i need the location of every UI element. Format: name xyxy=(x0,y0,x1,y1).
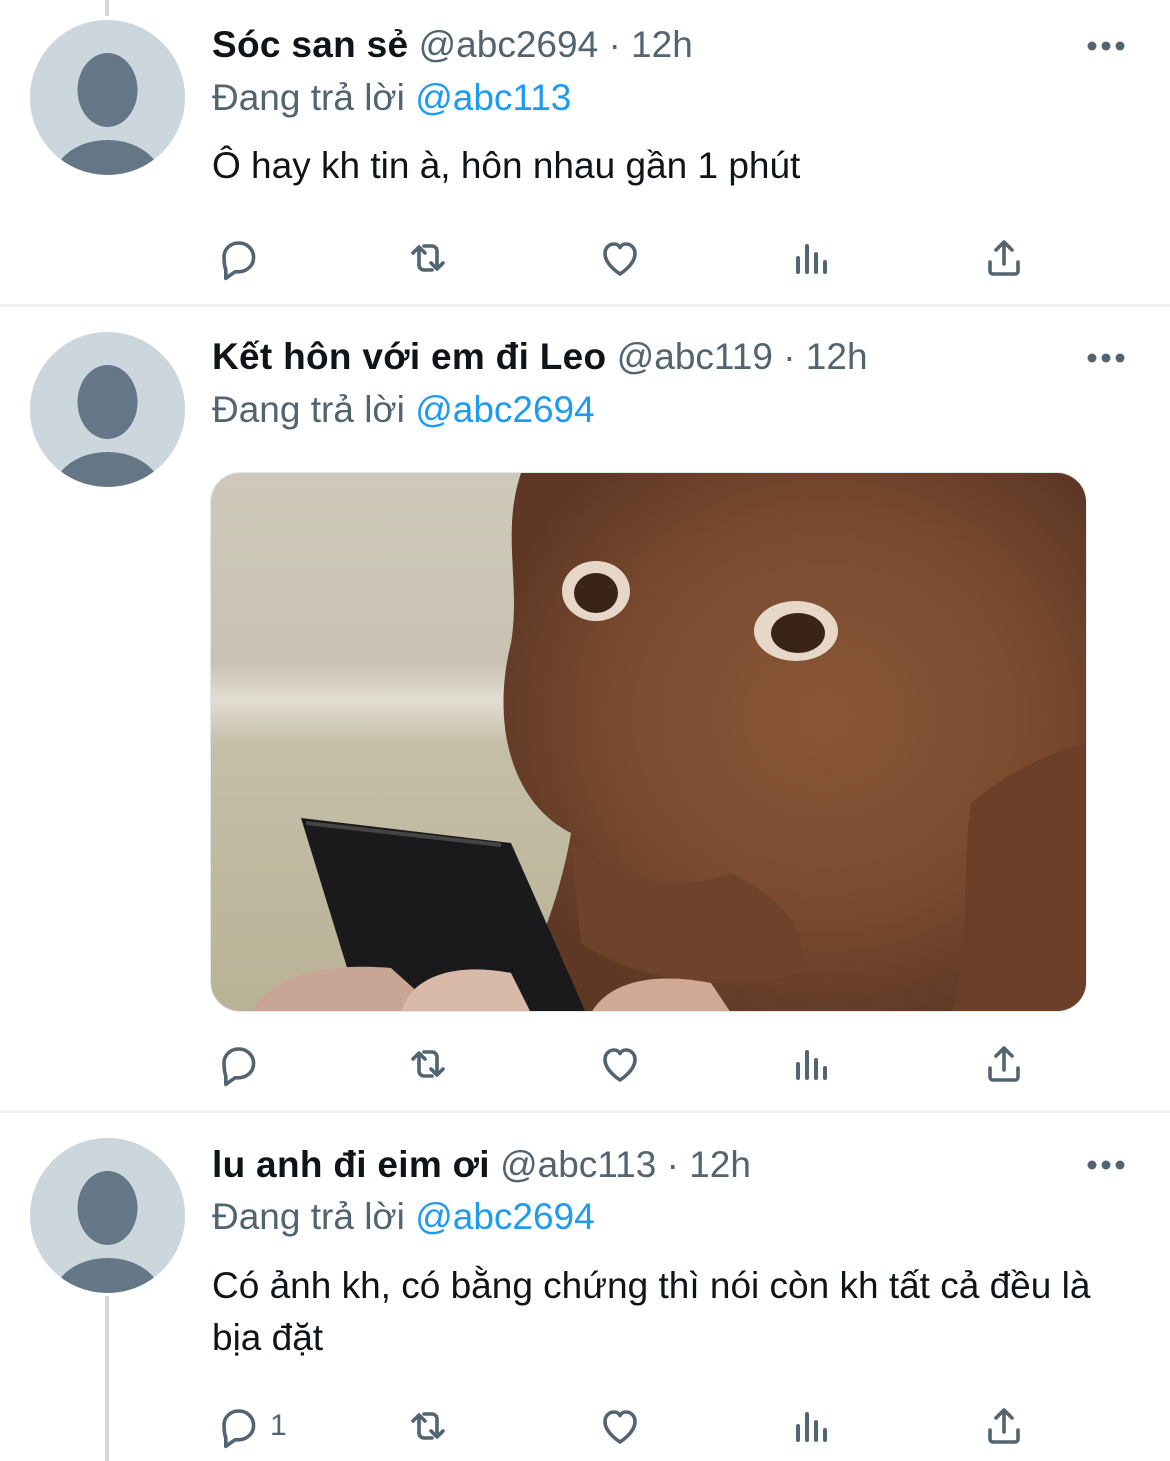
retweet-button[interactable] xyxy=(404,228,452,288)
more-icon[interactable] xyxy=(1085,36,1127,56)
tweet-header: lu anh đi eim ơi @abc113 · 12h xyxy=(212,1140,751,1190)
reply-icon xyxy=(222,241,256,281)
reply-count: 1 xyxy=(270,1409,287,1442)
views-button[interactable] xyxy=(788,1396,836,1456)
mention-link[interactable]: @abc2694 xyxy=(415,1196,595,1237)
reply-button[interactable]: 1 xyxy=(214,1396,287,1456)
tweet-3[interactable]: lu anh đi eim ơi @abc113 · 12h Đang trả … xyxy=(0,1113,1170,1461)
timestamp[interactable]: 12h xyxy=(631,24,693,65)
separator-dot: · xyxy=(666,1144,679,1185)
tweet-text: Ô hay kh tin à, hôn nhau gần 1 phút xyxy=(212,145,801,186)
replying-to: Đang trả lời @abc2694 xyxy=(212,1192,595,1242)
replying-to: Đang trả lời @abc2694 xyxy=(212,385,595,435)
retweet-icon xyxy=(411,1050,445,1078)
avatar[interactable] xyxy=(30,1138,185,1293)
retweet-button[interactable] xyxy=(404,1034,452,1094)
reply-icon xyxy=(222,1409,256,1449)
replying-to: Đang trả lời @abc113 xyxy=(212,73,571,123)
avatar[interactable] xyxy=(30,332,185,487)
like-button[interactable] xyxy=(596,228,644,288)
share-icon xyxy=(988,1408,1020,1444)
username[interactable]: @abc119 xyxy=(617,336,773,377)
display-name[interactable]: lu anh đi eim ơi xyxy=(212,1144,490,1185)
reply-icon xyxy=(222,1047,256,1087)
heart-icon xyxy=(603,1410,637,1444)
share-icon xyxy=(988,240,1020,276)
replying-label: Đang trả lời xyxy=(212,77,405,118)
retweet-button[interactable] xyxy=(404,1396,452,1456)
share-button[interactable] xyxy=(980,1396,1028,1456)
views-icon xyxy=(796,244,827,274)
retweet-icon xyxy=(411,244,445,272)
username[interactable]: @abc113 xyxy=(500,1144,656,1185)
share-button[interactable] xyxy=(980,1034,1028,1094)
action-bar xyxy=(0,1034,1170,1094)
tweet-2[interactable]: Kết hôn với em đi Leo @abc119 · 12h Đang… xyxy=(0,307,1170,1110)
mention-link[interactable]: @abc113 xyxy=(415,77,571,118)
tweet-feed: Sóc san sẻ @abc2694 · 12h Đang trả lời @… xyxy=(0,0,1170,1461)
timestamp[interactable]: 12h xyxy=(806,336,868,377)
username[interactable]: @abc2694 xyxy=(419,24,599,65)
more-icon[interactable] xyxy=(1085,1155,1127,1175)
default-avatar-icon xyxy=(30,332,185,487)
action-bar: 1 xyxy=(0,1396,1170,1456)
views-button[interactable] xyxy=(788,228,836,288)
replying-label: Đang trả lời xyxy=(212,389,405,430)
default-avatar-icon xyxy=(30,1138,185,1293)
views-icon xyxy=(796,1050,827,1080)
like-button[interactable] xyxy=(596,1396,644,1456)
display-name[interactable]: Sóc san sẻ xyxy=(212,24,408,65)
display-name[interactable]: Kết hôn với em đi Leo xyxy=(212,336,606,377)
avatar[interactable] xyxy=(30,20,185,175)
tweet-header: Sóc san sẻ @abc2694 · 12h xyxy=(212,20,693,70)
retweet-icon xyxy=(411,1412,445,1440)
action-bar xyxy=(0,228,1170,288)
like-button[interactable] xyxy=(596,1034,644,1094)
share-button[interactable] xyxy=(980,228,1028,288)
reply-button[interactable] xyxy=(214,228,270,288)
replying-label: Đang trả lời xyxy=(212,1196,405,1237)
separator-dot: · xyxy=(608,24,621,65)
reply-button[interactable] xyxy=(214,1034,270,1094)
more-icon[interactable] xyxy=(1085,348,1127,368)
tweet-media[interactable] xyxy=(210,472,1087,1012)
mention-link[interactable]: @abc2694 xyxy=(415,389,595,430)
default-avatar-icon xyxy=(30,20,185,175)
timestamp[interactable]: 12h xyxy=(689,1144,751,1185)
separator-dot: · xyxy=(783,336,796,377)
tweet-text: Có ảnh kh, có bằng chứng thì nói còn kh … xyxy=(212,1265,1091,1358)
views-icon xyxy=(796,1412,827,1442)
heart-icon xyxy=(603,1048,637,1082)
dog-phone-image xyxy=(211,473,1086,1011)
tweet-header: Kết hôn với em đi Leo @abc119 · 12h xyxy=(212,332,868,382)
heart-icon xyxy=(603,242,637,276)
share-icon xyxy=(988,1046,1020,1082)
views-button[interactable] xyxy=(788,1034,836,1094)
tweet-1[interactable]: Sóc san sẻ @abc2694 · 12h Đang trả lời @… xyxy=(0,0,1170,304)
